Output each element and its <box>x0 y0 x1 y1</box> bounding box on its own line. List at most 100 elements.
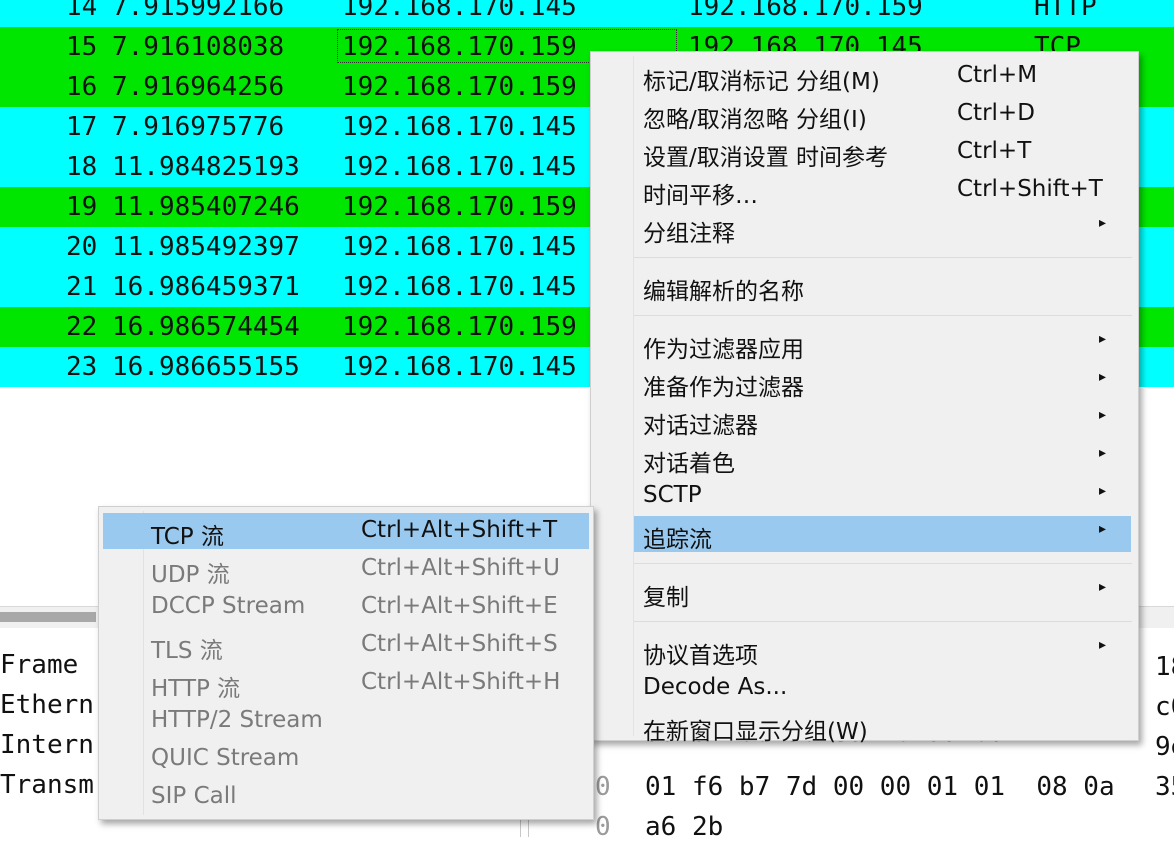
detail-tree-item[interactable]: Transm <box>0 770 94 800</box>
packet-no: 15 <box>66 32 98 62</box>
chevron-right-icon: ▸ <box>1099 369 1107 385</box>
menu-item-item-17[interactable]: 协议首选项 ▸ <box>634 632 1131 669</box>
menu-item-item-8[interactable]: 作为过滤器应用 ▸ <box>634 326 1131 363</box>
chevron-right-icon: ▸ <box>1099 407 1107 423</box>
packet-protocol: HTTP <box>1034 0 1097 22</box>
packet-time: 16.986574454 <box>112 312 300 342</box>
menu-item-label: 对话过滤器 <box>643 413 758 439</box>
packet-row[interactable]: 14 7.915992166 192.168.170.145 192.168.170.… <box>0 0 1174 27</box>
menu-item-http-2-stream[interactable]: HTTP/2 Stream <box>103 703 589 739</box>
menu-item-ctrl-alt-shift-e[interactable]: DCCP Stream Ctrl+Alt+Shift+E <box>103 589 589 625</box>
detail-tree-item[interactable]: Ethern <box>0 690 94 720</box>
menu-item-shortcut: Ctrl+Alt+Shift+U <box>361 555 560 581</box>
menu-item-shortcut: Ctrl+Shift+T <box>957 176 1103 202</box>
menu-item-item-15[interactable]: 复制 ▸ <box>634 574 1131 611</box>
bytes-ascii: 35 <box>1155 772 1174 802</box>
bytes-ascii: 18 <box>1155 652 1174 682</box>
menu-item-label: HTTP 流 <box>151 676 241 702</box>
packet-source: 192.168.170.145 <box>342 352 577 382</box>
packet-time: 11.985492397 <box>112 232 300 262</box>
packet-no: 20 <box>66 232 98 262</box>
chevron-right-icon: ▸ <box>1099 637 1107 653</box>
bytes-hex: a6 2b <box>645 812 724 842</box>
menu-item-label: 设置/取消设置 时间参考 <box>643 145 889 171</box>
menu-item-ctrl-alt-shift-u[interactable]: UDP 流 Ctrl+Alt+Shift+U <box>103 551 589 588</box>
packet-no: 18 <box>66 152 98 182</box>
chevron-right-icon: ▸ <box>1099 445 1107 461</box>
packet-time: 7.916964256 <box>112 72 285 102</box>
menu-item-item-6[interactable]: 编辑解析的名称 <box>634 268 1131 305</box>
menu-item-item-4[interactable]: 分组注释 ▸ <box>634 210 1131 247</box>
menu-item-shortcut: Ctrl+Alt+Shift+T <box>361 517 558 543</box>
packet-no: 17 <box>66 112 98 142</box>
menu-item-item-10[interactable]: 对话过滤器 ▸ <box>634 402 1131 439</box>
menu-item-label: 时间平移… <box>643 183 758 209</box>
packet-source: 192.168.170.145 <box>342 112 577 142</box>
menu-separator <box>634 563 1132 564</box>
detail-tree-item[interactable]: Intern <box>0 730 94 760</box>
packet-source: 192.168.170.145 <box>342 232 577 262</box>
bytes-offset: 0 <box>595 812 611 842</box>
menu-item-label: 协议首选项 <box>643 643 758 669</box>
packet-source: 192.168.170.145 <box>342 152 577 182</box>
menu-separator <box>634 621 1132 622</box>
menu-item-label: 对话着色 <box>643 451 735 477</box>
menu-item-label: TCP 流 <box>151 524 224 550</box>
menu-item-shortcut: Ctrl+M <box>957 62 1038 88</box>
packet-source: 192.168.170.145 <box>342 0 577 22</box>
menu-item-label: 分组注释 <box>643 221 735 247</box>
menu-item-label: UDP 流 <box>151 562 230 588</box>
menu-item-label: TLS 流 <box>151 638 223 664</box>
menu-item-item-9[interactable]: 准备作为过滤器 ▸ <box>634 364 1131 401</box>
menu-item-ctrl-d[interactable]: 忽略/取消忽略 分组(I) Ctrl+D <box>634 96 1131 133</box>
menu-item-shortcut: Ctrl+D <box>957 100 1035 126</box>
follow-stream-submenu: TCP 流 Ctrl+Alt+Shift+T UDP 流 Ctrl+Alt+Shift… <box>98 506 594 820</box>
menu-item-item-11[interactable]: 对话着色 ▸ <box>634 440 1131 477</box>
menu-item-ctrl-alt-shift-s[interactable]: TLS 流 Ctrl+Alt+Shift+S <box>103 627 589 664</box>
menu-item-shortcut: Ctrl+Alt+Shift+H <box>361 669 561 695</box>
horizontal-scrollbar-thumb[interactable] <box>0 612 96 622</box>
menu-item-ctrl-shift-t[interactable]: 时间平移… Ctrl+Shift+T <box>634 172 1131 209</box>
packet-time: 11.984825193 <box>112 152 300 182</box>
chevron-right-icon: ▸ <box>1099 521 1107 537</box>
menu-separator <box>634 257 1132 258</box>
packet-time: 11.985407246 <box>112 192 300 222</box>
chevron-right-icon: ▸ <box>1099 331 1107 347</box>
packet-no: 19 <box>66 192 98 222</box>
packet-time: 7.916975776 <box>112 112 285 142</box>
menu-item-ctrl-m[interactable]: 标记/取消标记 分组(M) Ctrl+M <box>634 58 1131 95</box>
packet-no: 22 <box>66 312 98 342</box>
bytes-ascii: c0 <box>1155 692 1174 722</box>
menu-item-sip-call[interactable]: SIP Call <box>103 779 589 815</box>
chevron-right-icon: ▸ <box>1099 215 1107 231</box>
menu-item-item-13[interactable]: 追踪流 ▸ <box>634 516 1131 553</box>
menu-item-shortcut: Ctrl+Alt+Shift+S <box>361 631 558 657</box>
menu-item-ctrl-alt-shift-t[interactable]: TCP 流 Ctrl+Alt+Shift+T <box>103 513 589 550</box>
packet-time: 16.986459371 <box>112 272 300 302</box>
menu-item-w[interactable]: 在新窗口显示分组(W) <box>634 708 1131 745</box>
packet-time: 7.916108038 <box>112 32 285 62</box>
menu-item-shortcut: Ctrl+T <box>957 138 1032 164</box>
menu-item-label: 追踪流 <box>643 527 712 553</box>
menu-item-decode-as[interactable]: Decode As... <box>634 670 1131 706</box>
packet-destination: 192.168.170.159 <box>688 0 923 22</box>
detail-tree-item[interactable]: Frame <box>0 650 78 680</box>
menu-item-label: 准备作为过滤器 <box>643 375 804 401</box>
menu-item-label: Decode As... <box>643 674 788 700</box>
menu-item-ctrl-alt-shift-h[interactable]: HTTP 流 Ctrl+Alt+Shift+H <box>103 665 589 702</box>
menu-item-quic-stream[interactable]: QUIC Stream <box>103 741 589 777</box>
packet-no: 16 <box>66 72 98 102</box>
packet-no: 14 <box>66 0 98 22</box>
packet-source: 192.168.170.159 <box>342 72 577 102</box>
bytes-hex: 01 f6 b7 7d 00 00 01 01 08 0a <box>645 772 1115 802</box>
packet-context-menu: 标记/取消标记 分组(M) Ctrl+M 忽略/取消忽略 分组(I) Ctrl+D 设置… <box>590 51 1139 745</box>
menu-item-ctrl-t[interactable]: 设置/取消设置 时间参考 Ctrl+T <box>634 134 1131 171</box>
menu-item-sctp[interactable]: SCTP ▸ <box>634 478 1131 514</box>
packet-no: 21 <box>66 272 98 302</box>
menu-item-label: DCCP Stream <box>151 593 306 619</box>
menu-item-label: 标记/取消标记 分组(M) <box>643 69 880 95</box>
packet-time: 7.915992166 <box>112 0 285 22</box>
packet-no: 23 <box>66 352 98 382</box>
packet-source: 192.168.170.159 <box>342 312 577 342</box>
packet-source: 192.168.170.145 <box>342 272 577 302</box>
